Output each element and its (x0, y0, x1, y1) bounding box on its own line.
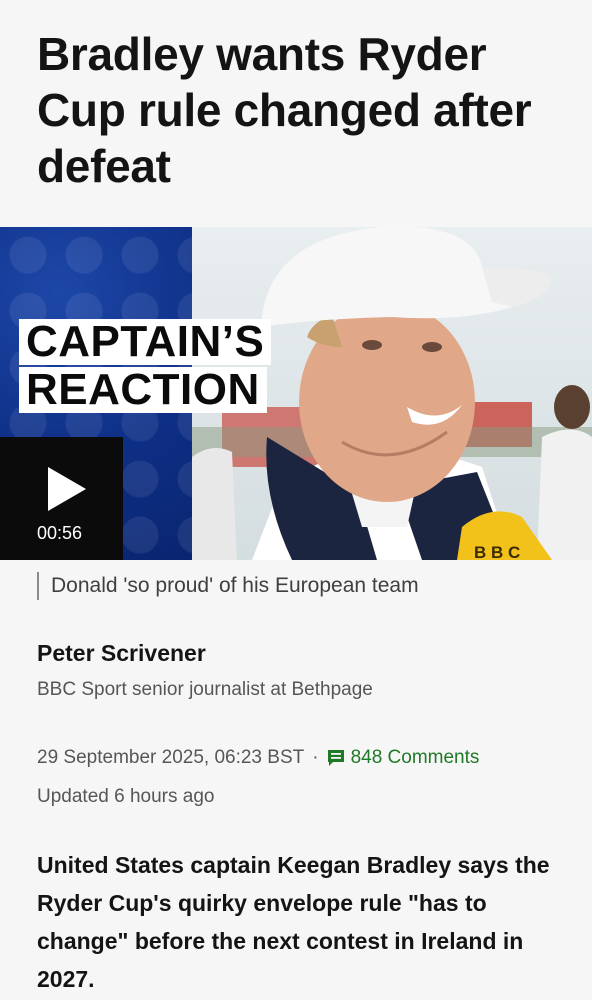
comment-icon (327, 750, 344, 766)
article-meta: 29 September 2025, 06:23 BST · 848 Comme… (37, 747, 479, 769)
video-player[interactable]: B B C CAPTAIN’S REACTION 00:56 (0, 227, 592, 560)
play-icon (48, 467, 86, 511)
publish-date: 29 September 2025, 06:23 BST (37, 747, 305, 768)
meta-separator: · (312, 747, 319, 768)
play-button[interactable]: 00:56 (0, 437, 123, 560)
article-intro: United States captain Keegan Bradley say… (37, 852, 550, 992)
video-caption: Donald 'so proud' of his European team (37, 572, 419, 600)
author-name: Peter Scrivener (37, 640, 206, 666)
comments-count: 848 Comments (350, 747, 480, 768)
video-duration: 00:56 (37, 523, 83, 543)
updated-time: Updated 6 hours ago (37, 786, 215, 807)
article-headline: Bradley wants Ryder Cup rule changed aft… (37, 28, 532, 192)
video-overlay-title-line2: REACTION (19, 367, 267, 413)
comments-link[interactable]: 848 Comments (327, 747, 480, 769)
author-role: BBC Sport senior journalist at Bethpage (37, 679, 373, 700)
svg-text:B B C: B B C (474, 543, 520, 560)
video-overlay-title-line1: CAPTAIN’S (19, 319, 272, 365)
